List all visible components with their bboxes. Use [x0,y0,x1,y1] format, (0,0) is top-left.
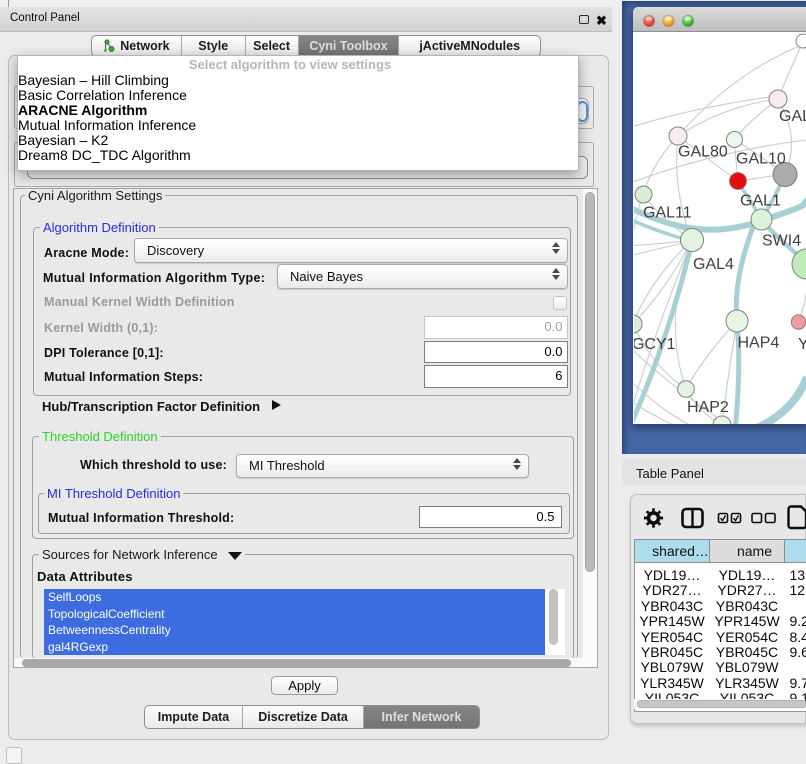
svg-text:GAL10: GAL10 [736,151,786,168]
svg-text:GCY1: GCY1 [634,336,676,353]
svg-text:YM: YM [798,336,806,353]
svg-text:SWI4: SWI4 [762,233,801,250]
svg-text:GAL7: GAL7 [779,108,806,125]
svg-text:GAL80: GAL80 [678,144,728,161]
svg-text:GAL11: GAL11 [643,205,692,222]
svg-text:HAP4: HAP4 [738,335,780,352]
svg-text:GAL1: GAL1 [740,193,781,210]
svg-text:HAP2: HAP2 [687,399,729,416]
svg-text:GAL4: GAL4 [693,256,734,273]
